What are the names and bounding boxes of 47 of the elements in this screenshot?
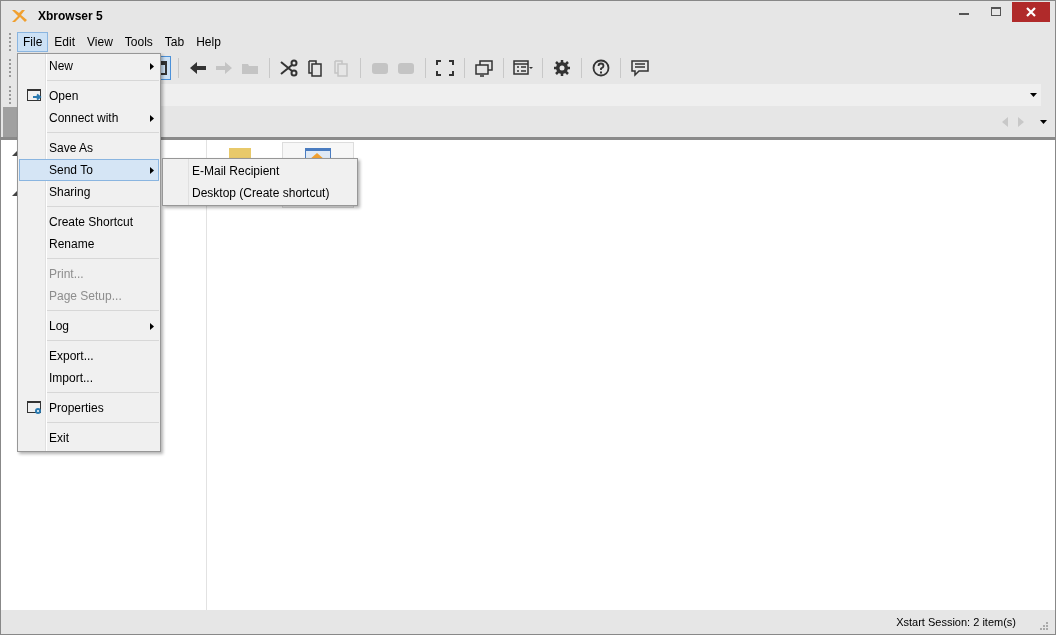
- fullscreen-icon: [435, 59, 455, 77]
- window-title: Xbrowser 5: [38, 9, 103, 23]
- menu-item[interactable]: Desktop (Create shortcut): [163, 182, 357, 204]
- menu-item[interactable]: Exit: [19, 427, 159, 449]
- menu-item[interactable]: Save As: [19, 137, 159, 159]
- menu-item[interactable]: Send To: [19, 159, 159, 181]
- menu-item[interactable]: Tools: [118, 32, 159, 52]
- menu-item[interactable]: Sharing: [19, 181, 159, 203]
- menu-item[interactable]: Open: [19, 85, 159, 107]
- submenu-arrow-icon: [150, 167, 154, 174]
- close-button[interactable]: [1012, 2, 1050, 22]
- forward-arrow-icon: [214, 59, 234, 77]
- app-logo-icon: [10, 8, 28, 24]
- chat-icon: [630, 59, 650, 77]
- menu-item[interactable]: Connect with: [19, 107, 159, 129]
- menu-item[interactable]: Log: [19, 315, 159, 337]
- menu-item[interactable]: Create Shortcut: [19, 211, 159, 233]
- menu-item[interactable]: Import...: [19, 367, 159, 389]
- resize-grip-icon[interactable]: [1040, 621, 1049, 631]
- menu-item[interactable]: Properties: [19, 397, 159, 419]
- open-icon: [26, 89, 43, 103]
- submenu-arrow-icon: [150, 63, 154, 70]
- submenu-arrow-icon: [150, 115, 154, 122]
- copy-icon: [305, 59, 325, 77]
- monitors-icon: [474, 59, 494, 77]
- menu-item[interactable]: New: [19, 55, 159, 77]
- menu-item[interactable]: File: [17, 32, 49, 52]
- help-icon: [591, 59, 611, 77]
- back-arrow-icon: [188, 59, 208, 77]
- maximize-icon: [991, 7, 1001, 17]
- menu-item[interactable]: Tab: [158, 32, 191, 52]
- menu-item[interactable]: Export...: [19, 345, 159, 367]
- paste-icon: [331, 59, 351, 77]
- dropdown-caret-icon[interactable]: [1030, 93, 1037, 97]
- menu-item[interactable]: E-Mail Recipient: [163, 160, 357, 182]
- status-text: Xstart Session: 2 item(s): [896, 616, 1016, 628]
- menu-item[interactable]: Edit: [48, 32, 82, 52]
- scissors-icon: [279, 59, 299, 77]
- properties-icon: [26, 401, 43, 415]
- layout-icon: [513, 59, 533, 77]
- menu-item[interactable]: View: [81, 32, 119, 52]
- submenu-arrow-icon: [150, 323, 154, 330]
- menu-item[interactable]: Help: [190, 32, 227, 52]
- tab-list-caret-icon[interactable]: [1040, 120, 1047, 124]
- menu-item[interactable]: Rename: [19, 233, 159, 255]
- settings-icon: [552, 59, 572, 77]
- close-icon: [1026, 7, 1036, 17]
